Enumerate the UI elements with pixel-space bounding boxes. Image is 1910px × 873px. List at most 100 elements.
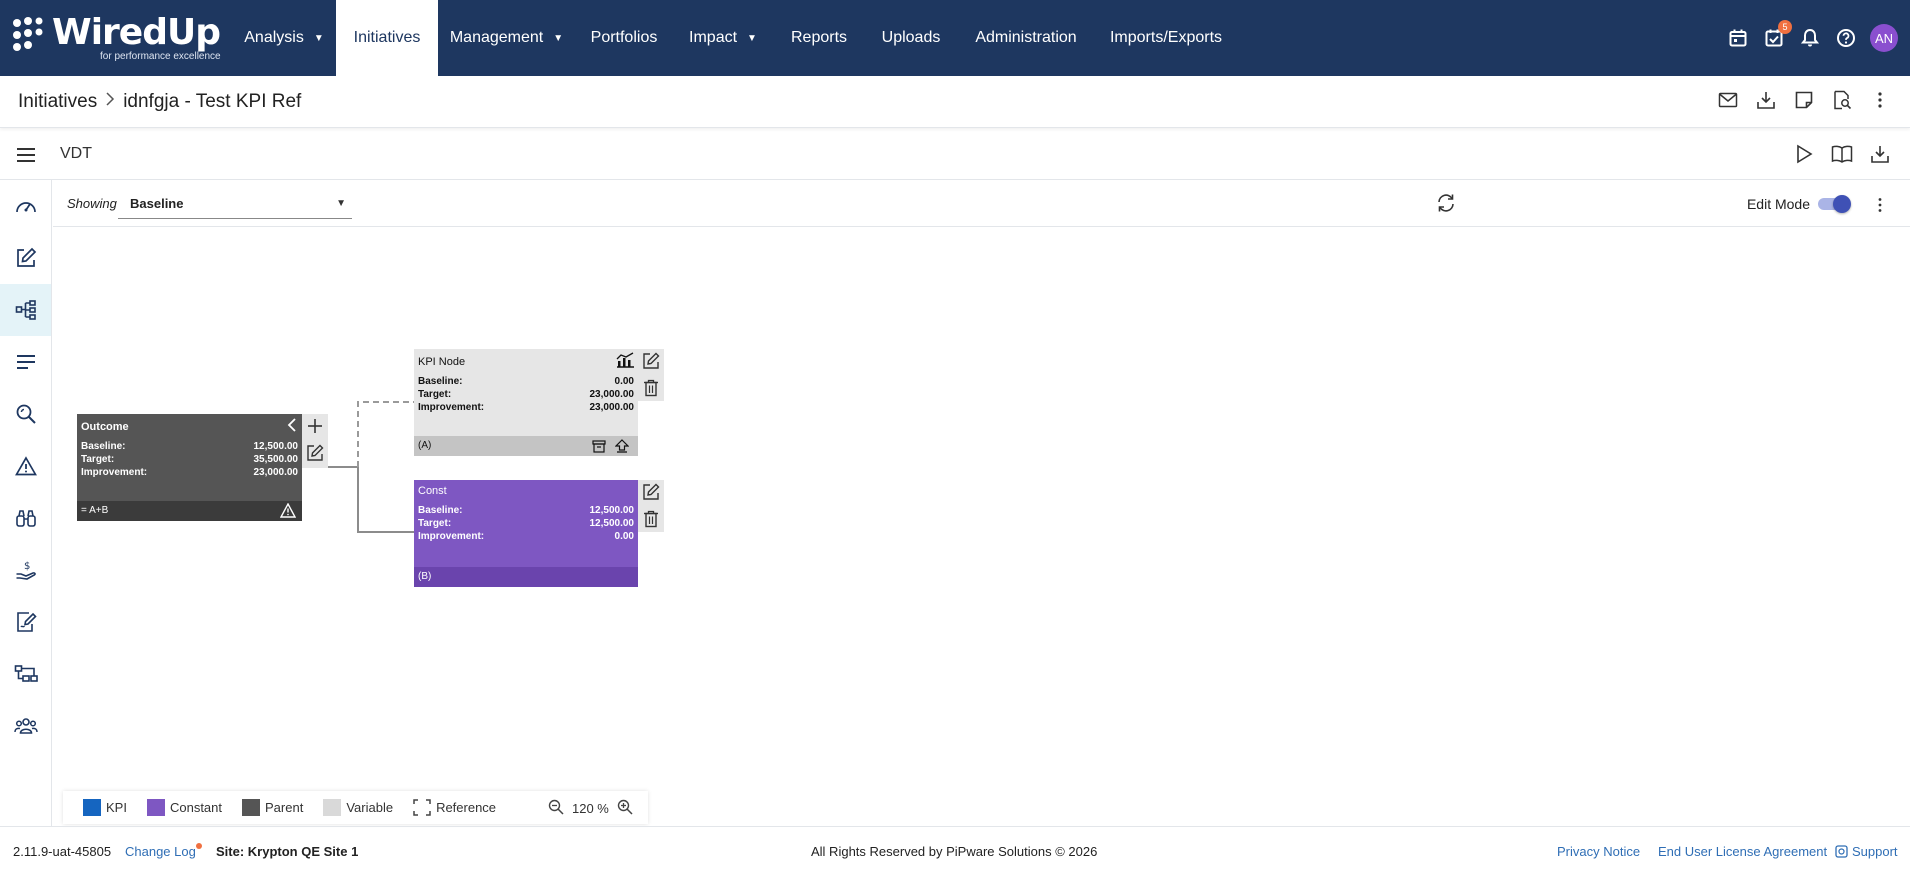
nav-administration[interactable]: Administration xyxy=(957,0,1095,76)
user-avatar[interactable]: AN xyxy=(1870,24,1898,52)
nav-label: Reports xyxy=(790,29,848,46)
change-log-link[interactable]: Change Log xyxy=(125,844,196,859)
breadcrumb-root[interactable]: Initiatives xyxy=(18,91,97,113)
support-link[interactable]: Support xyxy=(1835,844,1898,859)
vdt-title: VDT xyxy=(60,145,92,162)
eula-link[interactable]: End User License Agreement xyxy=(1658,844,1827,859)
sidebar-item-dashboard[interactable] xyxy=(0,180,51,232)
chevron-right-icon xyxy=(105,92,115,111)
zoom-in-icon[interactable] xyxy=(617,799,633,818)
bell-icon[interactable] xyxy=(1798,26,1822,50)
logo-tagline: for performance excellence xyxy=(100,51,221,62)
sidebar-item-risks[interactable] xyxy=(0,440,51,492)
menu-icon[interactable] xyxy=(14,143,38,167)
more-vertical-icon[interactable] xyxy=(1868,193,1892,217)
privacy-notice-link[interactable]: Privacy Notice xyxy=(1557,844,1640,859)
magnifier-icon xyxy=(16,404,36,424)
copyright: All Rights Reserved by PiPware Solutions… xyxy=(811,844,1098,859)
legend-swatch xyxy=(242,799,261,816)
export-download-icon[interactable] xyxy=(1868,142,1892,166)
baseline-value: 0.00 xyxy=(614,376,634,387)
help-icon[interactable] xyxy=(1834,26,1858,50)
nav-imports-exports[interactable]: Imports/Exports xyxy=(1095,0,1237,76)
wiredup-logo[interactable]: WiredUp for performance excellence xyxy=(0,0,232,76)
node-constant[interactable]: Const Baseline: 12,500.00 Target: 12,500… xyxy=(414,480,638,587)
edit-node-icon[interactable] xyxy=(306,444,324,467)
sidebar-item-explore[interactable] xyxy=(0,492,51,544)
node-kpi[interactable]: KPI Node Baseline: 0.00 Target: 23,000.0… xyxy=(414,349,638,456)
gauge-icon xyxy=(15,202,36,213)
node-title: KPI Node xyxy=(418,356,466,368)
archive-icon[interactable] xyxy=(592,439,606,456)
top-navigation: WiredUp for performance excellence Analy… xyxy=(0,0,1910,76)
target-label: Target: xyxy=(418,389,452,400)
trash-icon[interactable] xyxy=(643,510,659,533)
node-outcome[interactable]: Outcome Baseline: 12,500.00 Target: 35,5… xyxy=(77,414,302,521)
edit-mode-toggle[interactable] xyxy=(1816,195,1852,213)
upload-icon[interactable] xyxy=(614,439,630,456)
sidebar-item-edit[interactable] xyxy=(0,232,51,284)
note-icon[interactable] xyxy=(1792,88,1816,112)
toggle-knob xyxy=(1833,195,1851,213)
nav-uploads[interactable]: Uploads xyxy=(865,0,957,76)
more-vertical-icon[interactable] xyxy=(1868,88,1892,112)
target-label: Target: xyxy=(81,454,115,465)
collapse-chevron-icon[interactable] xyxy=(286,418,298,437)
document-search-icon[interactable] xyxy=(1830,88,1854,112)
document-sign-icon xyxy=(16,612,37,632)
node-footer: (B) xyxy=(414,567,638,587)
edit-node-icon[interactable] xyxy=(642,483,660,506)
email-icon[interactable] xyxy=(1716,88,1740,112)
legend-item-parent: Parent xyxy=(242,799,303,816)
sidebar-item-team[interactable] xyxy=(0,700,51,752)
trash-icon[interactable] xyxy=(643,379,659,402)
breadcrumb-actions xyxy=(1716,88,1892,112)
calendar-icon[interactable] xyxy=(1726,26,1750,50)
sidebar-item-list[interactable] xyxy=(0,336,51,388)
download-icon[interactable] xyxy=(1754,88,1778,112)
nav-initiatives[interactable]: Initiatives xyxy=(336,0,438,76)
add-node-icon[interactable] xyxy=(306,417,324,440)
showing-select[interactable]: Baseline ▼ xyxy=(118,189,352,219)
nav-analysis[interactable]: Analysis ▼ xyxy=(232,0,336,76)
tasks-icon[interactable]: 5 xyxy=(1762,20,1792,50)
users-icon xyxy=(13,718,38,734)
node-title: Outcome xyxy=(81,421,129,433)
book-icon[interactable] xyxy=(1830,142,1854,166)
play-icon[interactable] xyxy=(1792,142,1816,166)
chart-icon[interactable] xyxy=(615,352,635,373)
nav-management[interactable]: Management ▼ xyxy=(438,0,575,76)
nav-impact[interactable]: Impact ▼ xyxy=(673,0,773,76)
improvement-value: 0.00 xyxy=(614,531,634,542)
edit-icon xyxy=(16,247,36,267)
refresh-icon[interactable] xyxy=(1434,191,1458,215)
node-ref: (A) xyxy=(418,440,432,451)
vdt-canvas: Outcome Baseline: 12,500.00 Target: 35,5… xyxy=(53,228,1910,825)
logo-dots-icon xyxy=(13,17,43,51)
sidebar-item-search[interactable] xyxy=(0,388,51,440)
caret-down-icon: ▼ xyxy=(747,32,757,44)
sidebar-item-vdt[interactable] xyxy=(0,284,51,336)
sidebar-item-workflow[interactable] xyxy=(0,648,51,700)
target-value: 12,500.00 xyxy=(589,518,635,529)
baseline-value: 12,500.00 xyxy=(253,441,299,452)
sidebar-item-signoff[interactable] xyxy=(0,596,51,648)
binoculars-icon xyxy=(15,510,36,527)
target-value: 23,000.00 xyxy=(589,389,635,400)
baseline-label: Baseline: xyxy=(418,505,463,516)
baseline-label: Baseline: xyxy=(81,441,126,452)
improvement-label: Improvement: xyxy=(418,531,485,542)
zoom-controls: 120 % xyxy=(548,799,633,818)
node-ref: (B) xyxy=(418,571,432,582)
caret-down-icon: ▼ xyxy=(336,198,346,209)
sidebar-item-finance[interactable]: $ xyxy=(0,544,51,596)
showing-toolbar: Showing Baseline ▼ Edit Mode xyxy=(53,181,1910,227)
legend-item-reference: Reference xyxy=(413,799,496,816)
nav-portfolios[interactable]: Portfolios xyxy=(575,0,673,76)
nav-label: Management xyxy=(449,29,544,46)
zoom-level: 120 % xyxy=(572,801,609,816)
warning-icon[interactable] xyxy=(279,502,297,521)
edit-node-icon[interactable] xyxy=(642,352,660,375)
zoom-out-icon[interactable] xyxy=(548,799,564,818)
nav-reports[interactable]: Reports xyxy=(773,0,865,76)
